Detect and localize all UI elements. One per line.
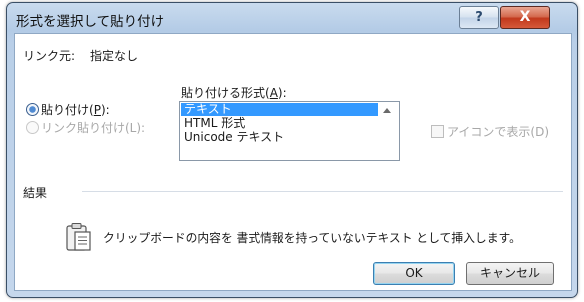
scroll-up-arrow-icon[interactable] xyxy=(383,108,391,113)
cancel-button[interactable]: キャンセル xyxy=(466,262,554,285)
close-button[interactable]: X xyxy=(500,6,550,29)
paste-radio[interactable] xyxy=(26,103,39,116)
ok-button[interactable]: OK xyxy=(373,262,455,285)
dialog-title: 形式を選択して貼り付け xyxy=(16,14,165,30)
paste-radio-label[interactable]: 貼り付け(P): xyxy=(41,101,110,118)
format-option[interactable]: HTML 形式 xyxy=(181,117,378,130)
format-option[interactable]: テキスト xyxy=(181,103,378,116)
paste-special-dialog: 形式を選択して貼り付け ? X リンク元: 指定なし 貼り付ける形式(A): 貼… xyxy=(6,2,578,298)
format-listbox[interactable]: テキスト HTML 形式 Unicode テキスト xyxy=(179,101,400,161)
close-icon: X xyxy=(519,9,531,25)
paste-link-label: リンク貼り付け(L): xyxy=(41,121,146,135)
help-icon: ? xyxy=(475,10,483,25)
result-message: クリップボードの内容を 書式情報を持っていないテキスト として挿入します。 xyxy=(103,231,521,245)
result-heading: 結果 xyxy=(23,186,48,200)
format-option[interactable]: Unicode テキスト xyxy=(181,131,378,144)
format-label: 貼り付ける形式(A): xyxy=(181,86,287,100)
paste-link-radio[interactable] xyxy=(26,121,39,134)
dialog-body: リンク元: 指定なし 貼り付ける形式(A): 貼り付け(P): リンク貼り付け(… xyxy=(14,33,572,291)
display-as-icon-label: アイコンで表示(D) xyxy=(447,125,550,139)
display-as-icon-checkbox[interactable] xyxy=(431,125,444,138)
clipboard-icon xyxy=(66,223,91,251)
result-divider xyxy=(82,191,563,192)
title-bar[interactable]: 形式を選択して貼り付け ? X xyxy=(7,3,577,33)
help-button[interactable]: ? xyxy=(459,6,499,29)
source-label: リンク元: xyxy=(23,49,76,63)
source-value: 指定なし xyxy=(90,49,139,63)
